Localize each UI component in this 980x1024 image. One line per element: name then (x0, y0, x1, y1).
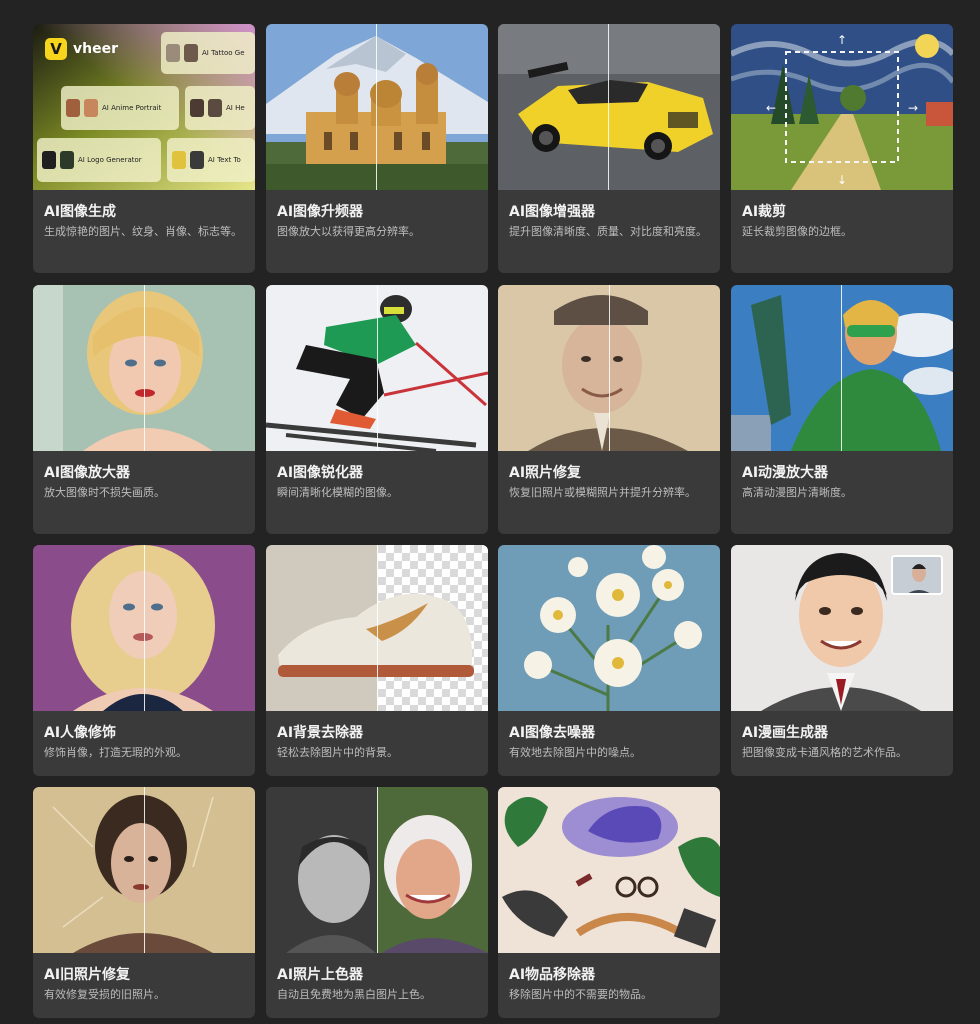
blonde-portrait-thumbnail (33, 285, 255, 451)
card-description: 有效地去除图片中的噪点。 (509, 746, 641, 759)
card-description: 把图像变成卡通风格的艺术作品。 (742, 746, 907, 759)
vheer-wordmark: vheer (73, 41, 118, 57)
card-ai-background-remover[interactable]: AI背景去除器 轻松去除图片中的背景。 (266, 545, 488, 776)
card-title: AI照片上色器 (277, 967, 364, 983)
ai-image-generator-thumbnail: V vheer AI Tattoo Ge AI Anime Portrait A… (33, 24, 255, 190)
tools-grid: V vheer AI Tattoo Ge AI Anime Portrait A… (0, 0, 980, 1024)
card-ai-image-enlarger[interactable]: AI图像放大器 放大图像时不损失画质。 (33, 285, 255, 534)
vheer-logo: V vheer (45, 38, 118, 60)
before-after-divider[interactable] (377, 285, 378, 451)
card-description: 瞬间清晰化模糊的图像。 (277, 486, 398, 499)
card-description: 提升图像清晰度、质量、对比度和亮度。 (509, 225, 707, 238)
card-description: 延长裁剪图像的边框。 (742, 225, 852, 238)
card-ai-cartoon-generator[interactable]: AI漫画生成器 把图像变成卡通风格的艺术作品。 (731, 545, 953, 776)
sneaker-thumbnail (266, 545, 488, 711)
card-ai-portrait-retouch[interactable]: AI人像修饰 修饰肖像，打造无瑕的外观。 (33, 545, 255, 776)
card-ai-old-photo-restoration[interactable]: AI旧照片修复 有效修复受损的旧照片。 (33, 787, 255, 1018)
before-after-divider[interactable] (377, 545, 378, 711)
old-man-photo-thumbnail (498, 285, 720, 451)
card-ai-object-remover[interactable]: AI物品移除器 移除图片中的不需要的物品。 (498, 787, 720, 1018)
card-title: AI物品移除器 (509, 967, 596, 983)
card-description: 自动且免费地为黑白图片上色。 (277, 988, 431, 1001)
card-title: AI图像放大器 (44, 465, 131, 481)
svg-text:↓: ↓ (837, 173, 847, 187)
svg-text:→: → (908, 101, 918, 115)
before-after-divider[interactable] (144, 545, 145, 711)
card-description: 有效修复受损的旧照片。 (44, 988, 165, 1001)
chip-headshot: AI He (185, 86, 255, 130)
card-ai-anime-upscaler[interactable]: AI动漫放大器 高清动漫图片清晰度。 (731, 285, 953, 534)
before-after-divider[interactable] (841, 285, 842, 451)
sports-car-thumbnail (498, 24, 720, 190)
card-title: AI裁剪 (742, 204, 787, 220)
card-title: AI背景去除器 (277, 725, 364, 741)
before-after-divider[interactable] (377, 787, 378, 953)
card-description: 移除图片中的不需要的物品。 (509, 988, 652, 1001)
card-ai-image-sharpener[interactable]: AI图像锐化器 瞬间清晰化模糊的图像。 (266, 285, 488, 534)
cartoon-man-thumbnail (731, 545, 953, 711)
chip-logo-generator: AI Logo Generator (37, 138, 161, 182)
card-title: AI旧照片修复 (44, 967, 131, 983)
card-title: AI图像去噪器 (509, 725, 596, 741)
card-description: 生成惊艳的图片、纹身、肖像、标志等。 (44, 225, 242, 238)
card-description: 放大图像时不损失画质。 (44, 486, 165, 499)
card-ai-image-generator[interactable]: V vheer AI Tattoo Ge AI Anime Portrait A… (33, 24, 255, 273)
card-title: AI图像增强器 (509, 204, 596, 220)
landscape-painting-thumbnail: ↑ ↓ ← → (731, 24, 953, 190)
card-description: 高清动漫图片清晰度。 (742, 486, 852, 499)
objects-flatlay-thumbnail (498, 787, 720, 953)
anime-hero-thumbnail (731, 285, 953, 451)
card-title: AI图像生成 (44, 204, 117, 220)
card-title: AI人像修饰 (44, 725, 117, 741)
vheer-mark-icon: V (45, 38, 67, 60)
before-after-divider[interactable] (144, 787, 145, 953)
card-ai-photo-colorizer[interactable]: AI照片上色器 自动且免费地为黑白图片上色。 (266, 787, 488, 1018)
card-ai-image-denoiser[interactable]: AI图像去噪器 有效地去除图片中的噪点。 (498, 545, 720, 776)
original-photo-inset (891, 555, 943, 595)
cathedral-thumbnail (266, 24, 488, 190)
card-ai-image-enhancer[interactable]: AI图像增强器 提升图像清晰度、质量、对比度和亮度。 (498, 24, 720, 273)
card-description: 修饰肖像，打造无瑕的外观。 (44, 746, 187, 759)
colorized-portraits-thumbnail (266, 787, 488, 953)
chip-tattoo: AI Tattoo Ge (161, 32, 255, 74)
card-ai-photo-restoration[interactable]: AI照片修复 恢复旧照片或模糊照片并提升分辨率。 (498, 285, 720, 534)
card-ai-crop[interactable]: ↑ ↓ ← → AI裁剪 延长裁剪图像的边框。 (731, 24, 953, 273)
before-after-divider[interactable] (609, 285, 610, 451)
before-after-divider[interactable] (608, 24, 609, 190)
card-title: AI动漫放大器 (742, 465, 829, 481)
vintage-woman-photo-thumbnail (33, 787, 255, 953)
card-ai-image-upscaler[interactable]: AI图像升频器 图像放大以获得更高分辨率。 (266, 24, 488, 273)
svg-text:↑: ↑ (837, 33, 847, 47)
card-description: 轻松去除图片中的背景。 (277, 746, 398, 759)
card-description: 恢复旧照片或模糊照片并提升分辨率。 (509, 486, 696, 499)
before-after-divider[interactable] (376, 24, 377, 190)
flowers-thumbnail (498, 545, 720, 711)
card-title: AI漫画生成器 (742, 725, 829, 741)
card-title: AI图像锐化器 (277, 465, 364, 481)
chip-text-to: AI Text To (167, 138, 255, 182)
card-title: AI图像升频器 (277, 204, 364, 220)
card-title: AI照片修复 (509, 465, 582, 481)
card-description: 图像放大以获得更高分辨率。 (277, 225, 420, 238)
before-after-divider[interactable] (144, 285, 145, 451)
woman-portrait-thumbnail (33, 545, 255, 711)
skier-thumbnail (266, 285, 488, 451)
chip-anime-portrait: AI Anime Portrait (61, 86, 179, 130)
svg-text:←: ← (766, 101, 776, 115)
